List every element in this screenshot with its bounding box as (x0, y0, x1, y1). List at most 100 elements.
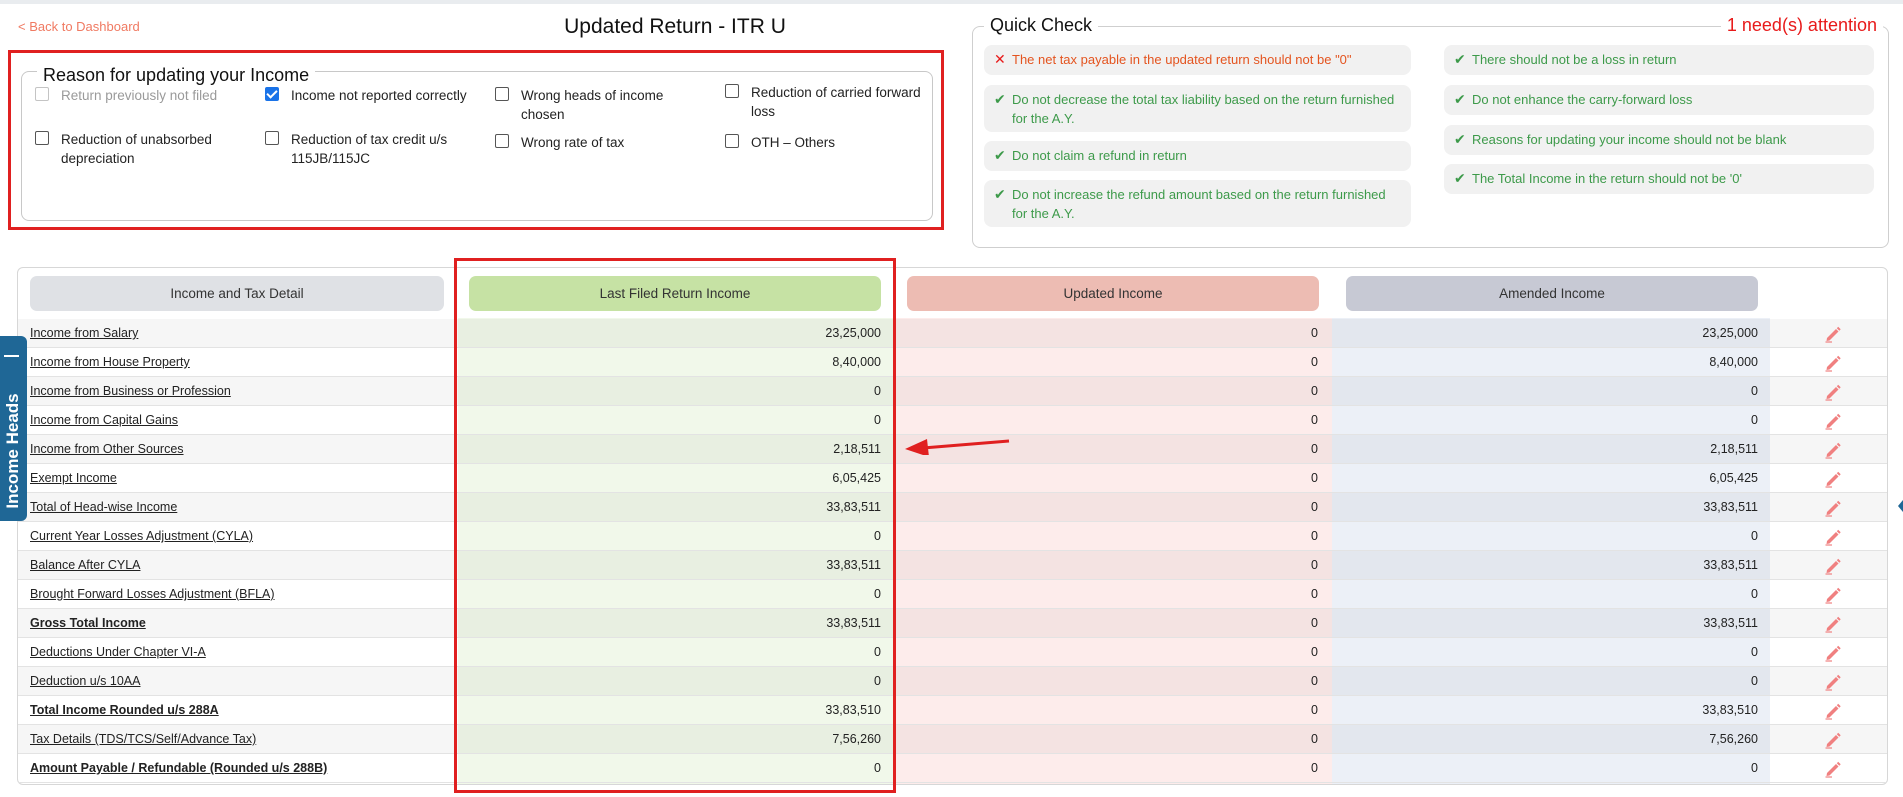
row-label-link[interactable]: Brought Forward Losses Adjustment (BFLA) (30, 587, 275, 601)
row-label-link[interactable]: Tax Details (TDS/TCS/Self/Advance Tax) (30, 732, 256, 746)
reason-checkbox[interactable] (725, 134, 739, 148)
cell-updated: 0 (1311, 645, 1318, 659)
cell-updated: 0 (1311, 558, 1318, 572)
cell-updated: 0 (1311, 442, 1318, 456)
cell-updated: 0 (1311, 326, 1318, 340)
cell-last: 8,40,000 (832, 355, 881, 369)
pencil-icon[interactable] (1824, 615, 1842, 633)
table-row: Total of Head-wise Income 33,83,511 0 33,83… (18, 493, 1887, 522)
pencil-icon[interactable] (1824, 383, 1842, 401)
row-label-link[interactable]: Income from Business or Profession (30, 384, 231, 398)
back-to-dashboard-link[interactable]: < Back to Dashboard (18, 19, 140, 34)
quick-check-item: ✔ Do not decrease the total tax liability… (984, 85, 1411, 132)
quick-check-item: ✔ Reasons for updating your income should… (1444, 125, 1874, 155)
cell-amended: 23,25,000 (1702, 326, 1758, 340)
reason-checkbox[interactable] (265, 87, 279, 101)
row-label-link[interactable]: Income from Other Sources (30, 442, 184, 456)
cell-amended: 0 (1751, 761, 1758, 775)
reason-checkbox (35, 87, 49, 101)
cell-updated: 0 (1311, 732, 1318, 746)
cell-last: 0 (874, 645, 881, 659)
cell-last: 23,25,000 (825, 326, 881, 340)
row-label-link[interactable]: Deductions Under Chapter VI-A (30, 645, 206, 659)
pencil-icon[interactable] (1824, 702, 1842, 720)
reason-option[interactable]: Reduction of unabsorbed depreciation (35, 130, 245, 168)
quick-check-item: ✕ The net tax payable in the updated retu… (984, 45, 1411, 75)
pencil-icon[interactable] (1824, 441, 1842, 459)
cell-updated: 0 (1311, 355, 1318, 369)
cell-last: 0 (874, 761, 881, 775)
table-row: Income from House Property 8,40,000 0 8,40,… (18, 348, 1887, 377)
reason-checkbox[interactable] (495, 134, 509, 148)
quick-check-text: Reasons for updating your income should … (1472, 132, 1787, 147)
quick-check-title: Quick Check (984, 15, 1099, 36)
quick-check-text: Do not increase the refund amount based … (1012, 187, 1386, 221)
collapse-icon[interactable] (4, 355, 19, 357)
quick-check-item: ✔ The Total Income in the return should n… (1444, 164, 1874, 194)
attention-count: 1 need(s) attention (1720, 15, 1883, 36)
row-label-link[interactable]: Deduction u/s 10AA (30, 674, 141, 688)
quick-check-text: Do not claim a refund in return (1012, 148, 1187, 163)
reason-option[interactable]: Wrong heads of income chosen (495, 86, 705, 124)
pencil-icon[interactable] (1824, 354, 1842, 372)
cell-updated: 0 (1311, 587, 1318, 601)
check-icon: ✔ (1454, 170, 1466, 186)
row-label-link[interactable]: Income from Capital Gains (30, 413, 178, 427)
reason-option[interactable]: Reduction of carried forward loss (725, 83, 945, 121)
pencil-icon[interactable] (1824, 470, 1842, 488)
reason-checkbox[interactable] (265, 131, 279, 145)
row-label-link[interactable]: Current Year Losses Adjustment (CYLA) (30, 529, 253, 543)
pencil-icon[interactable] (1824, 586, 1842, 604)
row-label-link[interactable]: Amount Payable / Refundable (Rounded u/s… (30, 761, 327, 775)
cell-amended: 0 (1751, 674, 1758, 688)
income-heads-side-tab[interactable]: Income Heads (0, 336, 27, 521)
check-icon: ✔ (1454, 131, 1466, 147)
pencil-icon[interactable] (1824, 731, 1842, 749)
reason-checkbox[interactable] (725, 84, 739, 98)
pencil-icon[interactable] (1824, 499, 1842, 517)
table-row: Amount Payable / Refundable (Rounded u/s… (18, 754, 1887, 783)
reason-option-label: Reduction of carried forward loss (751, 85, 921, 119)
row-label-link[interactable]: Balance After CYLA (30, 558, 140, 572)
row-label-link[interactable]: Exempt Income (30, 471, 117, 485)
reason-option[interactable]: Wrong rate of tax (495, 133, 705, 152)
pencil-icon[interactable] (1824, 760, 1842, 778)
quick-check-text: Do not decrease the total tax liability … (1012, 92, 1395, 126)
reason-checkbox[interactable] (495, 87, 509, 101)
chevron-left-icon[interactable] (1898, 500, 1903, 512)
row-label-link[interactable]: Total of Head-wise Income (30, 500, 177, 514)
reason-option[interactable]: Income not reported correctly (265, 86, 475, 105)
cross-icon: ✕ (994, 51, 1006, 67)
pencil-icon[interactable] (1824, 412, 1842, 430)
pencil-icon[interactable] (1824, 673, 1842, 691)
cell-last: 33,83,511 (826, 500, 881, 514)
row-label-link[interactable]: Income from House Property (30, 355, 190, 369)
table-row: Balance After CYLA 33,83,511 0 33,83,511 (18, 551, 1887, 580)
reason-option: Return previously not filed (35, 86, 255, 105)
header-updated-income: Updated Income (907, 276, 1319, 311)
cell-last: 2,18,511 (833, 442, 881, 456)
reason-option-label: Wrong heads of income chosen (521, 88, 664, 122)
cell-last: 0 (874, 529, 881, 543)
pencil-icon[interactable] (1824, 528, 1842, 546)
row-label-link[interactable]: Gross Total Income (30, 616, 146, 630)
table-row: Total Income Rounded u/s 288A 33,83,510 0 3… (18, 696, 1887, 725)
pencil-icon[interactable] (1824, 557, 1842, 575)
cell-amended: 33,83,511 (1703, 500, 1758, 514)
reason-option[interactable]: Reduction of tax credit u/s 115JB/115JC (265, 130, 455, 168)
check-icon: ✔ (994, 91, 1006, 107)
header-amended-income: Amended Income (1346, 276, 1758, 311)
row-label-link[interactable]: Total Income Rounded u/s 288A (30, 703, 219, 717)
reason-option[interactable]: OTH – Others (725, 133, 935, 152)
cell-updated: 0 (1311, 529, 1318, 543)
pencil-icon[interactable] (1824, 644, 1842, 662)
row-label-link[interactable]: Income from Salary (30, 326, 138, 340)
cell-updated: 0 (1311, 616, 1318, 630)
table-row: Exempt Income 6,05,425 0 6,05,425 (18, 464, 1887, 493)
cell-last: 33,83,511 (826, 616, 881, 630)
cell-amended: 33,83,511 (1703, 558, 1758, 572)
table-row: Tax Details (TDS/TCS/Self/Advance Tax) 7,… (18, 725, 1887, 754)
reason-checkbox[interactable] (35, 131, 49, 145)
pencil-icon[interactable] (1824, 325, 1842, 343)
cell-updated: 0 (1311, 471, 1318, 485)
